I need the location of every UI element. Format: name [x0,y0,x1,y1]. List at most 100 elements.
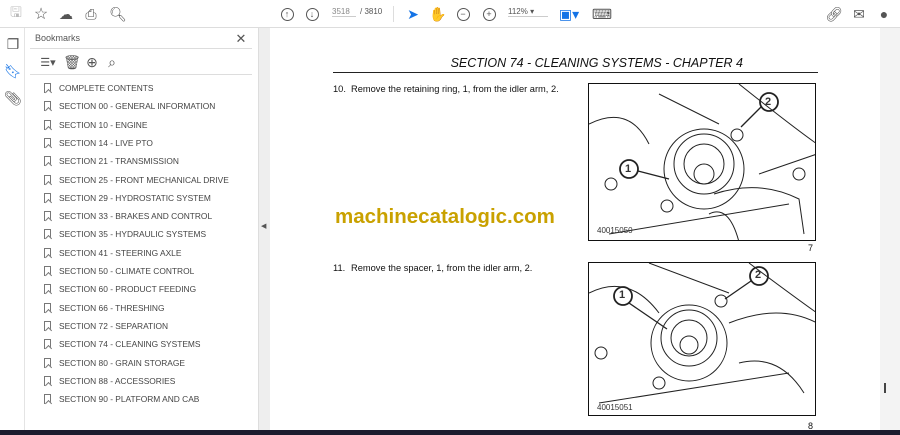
bookmark-icon [44,229,51,240]
panel-collapse-strip[interactable]: ◀ [258,28,270,430]
page-up-button[interactable]: ↑ [277,4,297,24]
bookmark-icon [44,247,51,258]
bookmark-icon [44,119,51,130]
bookmark-item[interactable]: SECTION 50 - CLIMATE CONTROL [44,263,194,279]
bookmark-item[interactable]: SECTION 00 - GENERAL INFORMATION [44,98,215,114]
figure-number: 7 [808,243,814,253]
page-number-input[interactable]: 3518 [332,7,356,17]
bookmark-icon [44,211,51,222]
bookmark-icon [44,394,51,405]
bookmark-icon [44,101,51,112]
bookmark-label: SECTION 90 - PLATFORM AND CAB [59,394,200,405]
bookmark-icon [44,137,51,148]
bookmark-item[interactable]: SECTION 41 - STEERING AXLE [44,245,181,261]
bookmark-item[interactable]: SECTION 90 - PLATFORM AND CAB [44,391,199,407]
share-link-icon[interactable]: 🔗︎ [824,4,844,24]
star-icon[interactable]: ☆ [31,4,51,24]
bookmark-item[interactable]: SECTION 35 - HYDRAULIC SYSTEMS [44,226,206,242]
bookmark-label: SECTION 66 - THRESHING [59,302,165,313]
figure-code: 40015051 [597,403,633,412]
search-icon[interactable]: 🔍︎ [108,4,128,24]
bookmark-icon [44,156,51,167]
bookmark-item[interactable]: SECTION 74 - CLEANING SYSTEMS [44,336,200,352]
account-icon[interactable]: ● [874,4,894,24]
cloud-upload-icon[interactable]: ☁ [56,4,76,24]
bookmark-item[interactable]: SECTION 33 - BRAKES AND CONTROL [44,208,212,224]
bookmark-item[interactable]: SECTION 72 - SEPARATION [44,318,168,334]
bookmark-icon [44,320,51,331]
bookmark-item[interactable]: SECTION 25 - FRONT MECHANICAL DRIVE [44,172,229,188]
options-menu-icon[interactable]: ☰▾ [35,52,61,72]
bookmark-label: SECTION 35 - HYDRAULIC SYSTEMS [59,229,207,240]
bookmark-label: SECTION 60 - PRODUCT FEEDING [59,284,197,295]
bookmark-item[interactable]: SECTION 10 - ENGINE [44,117,147,133]
divider [30,48,252,49]
watermark: machinecatalogic.com [335,205,555,228]
bookmark-icon [44,266,51,276]
left-rail: ❐ 🔖︎ 📎︎ [0,28,25,430]
bookmark-label: SECTION 10 - ENGINE [59,119,148,130]
bookmark-search-icon[interactable]: ⌕ [102,52,122,72]
scrollbar[interactable] [880,28,900,430]
bookmark-icon [44,284,51,295]
bookmark-label: SECTION 74 - CLEANING SYSTEMS [59,339,201,350]
bookmark-label: SECTION 88 - ACCESSORIES [59,375,176,386]
callout-1: 1 [619,289,626,301]
callout-2: 2 [755,269,762,281]
bookmark-label: SECTION 00 - GENERAL INFORMATION [59,101,216,112]
bookmark-item[interactable]: SECTION 14 - LIVE PTO [44,135,153,151]
bookmark-label: SECTION 14 - LIVE PTO [59,137,153,148]
top-toolbar: 🖫 ☆ ☁ ⎙ 🔍︎ ↑ ↓ 3518 / 3810 ➤ ✋ − + 112% … [0,0,900,28]
zoom-in-button[interactable]: + [479,4,499,24]
hand-tool-icon[interactable]: ✋ [428,4,448,24]
bookmark-icon [44,339,51,350]
divider [393,6,394,22]
bookmark-item[interactable]: SECTION 29 - HYDROSTATIC SYSTEM [44,190,211,206]
bookmark-item[interactable]: COMPLETE CONTENTS [44,80,153,96]
zoom-select[interactable]: 112% ▾ [508,7,548,17]
scroll-thumb[interactable] [884,383,886,393]
select-cursor-icon[interactable]: ➤ [403,4,423,24]
bookmark-icon [44,357,51,368]
step-text: Remove the spacer, 1, from the idler arm… [351,263,533,273]
illustration-idler-arm [589,84,815,240]
bookmark-label: SECTION 29 - HYDROSTATIC SYSTEM [59,192,211,203]
step-number: 10. [333,84,346,94]
page-thumbnails-icon[interactable]: ❐ [3,34,23,54]
fit-page-icon[interactable]: ▣▾ [559,4,579,24]
page-down-button[interactable]: ↓ [302,4,322,24]
figure-8: 2 1 40015051 [588,262,816,416]
bookmark-item[interactable]: SECTION 88 - ACCESSORIES [44,373,175,389]
divider [30,74,252,75]
bookmark-label: SECTION 33 - BRAKES AND CONTROL [59,211,213,222]
email-icon[interactable]: ✉ [849,4,869,24]
add-bookmark-icon[interactable]: ⊕ [82,52,102,72]
delete-icon[interactable]: 🗑︎ [62,52,82,72]
bookmark-item[interactable]: SECTION 21 - TRANSMISSION [44,153,179,169]
bookmark-item[interactable]: SECTION 66 - THRESHING [44,300,164,316]
bookmark-label: SECTION 72 - SEPARATION [59,320,169,331]
taskbar-edge [0,430,900,435]
keyboard-scroll-icon[interactable]: ⌨ [592,4,612,24]
bookmarks-title: Bookmarks [35,33,81,43]
bookmark-label: SECTION 41 - STEERING AXLE [59,247,182,258]
bookmark-item[interactable]: SECTION 80 - GRAIN STORAGE [44,355,185,371]
print-icon[interactable]: ⎙ [81,4,101,24]
attachments-icon[interactable]: 📎︎ [3,88,23,108]
step-number: 11. [333,263,346,273]
save-icon[interactable]: 🖫 [6,4,26,24]
bookmark-item[interactable]: SECTION 60 - PRODUCT FEEDING [44,281,196,297]
callout-2: 2 [765,96,772,108]
illustration-spacer [589,263,815,404]
figure-code: 40015050 [597,226,633,235]
bookmark-icon [44,302,51,313]
collapse-arrow-icon[interactable]: ◀ [261,222,266,230]
close-icon[interactable]: ✕ [231,29,251,49]
figure-7: 2 1 40015050 [588,83,816,241]
bookmark-icon [44,174,51,185]
zoom-out-button[interactable]: − [453,4,473,24]
bookmarks-icon[interactable]: 🔖︎ [3,61,23,81]
bookmark-label: SECTION 80 - GRAIN STORAGE [59,357,185,368]
bookmark-label: COMPLETE CONTENTS [59,83,154,93]
bookmark-label: SECTION 50 - CLIMATE CONTROL [59,266,195,276]
